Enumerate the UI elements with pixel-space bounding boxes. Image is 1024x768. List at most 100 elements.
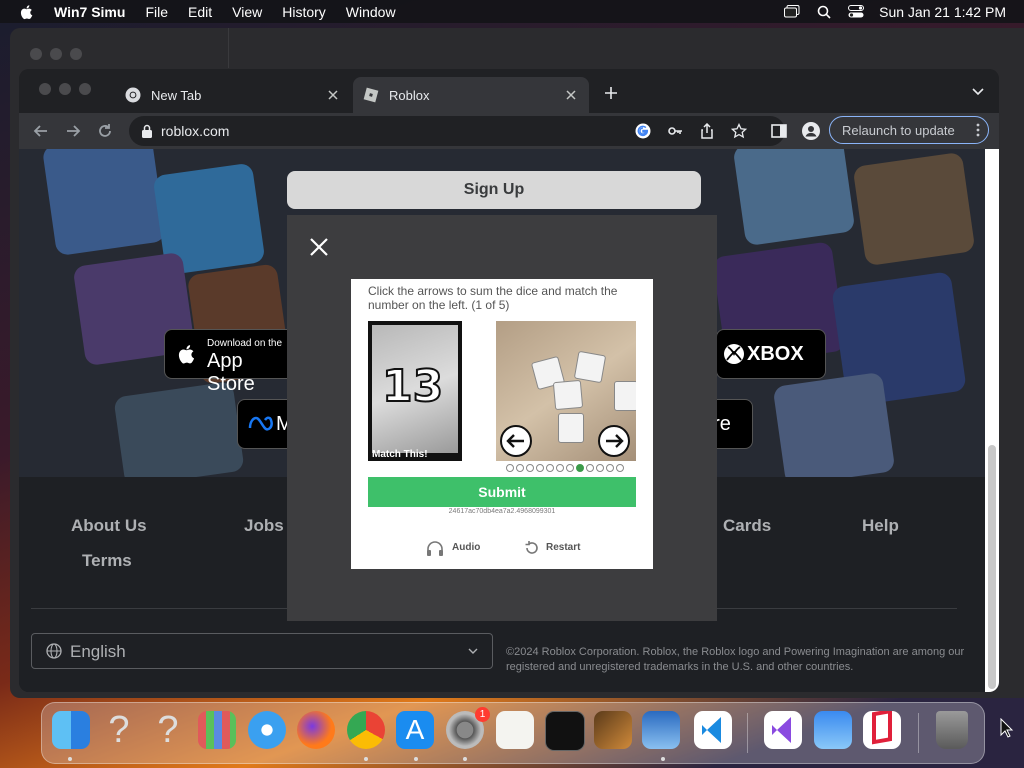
apple-icon[interactable] (18, 3, 36, 21)
footer-link-jobs[interactable]: Jobs (244, 516, 284, 536)
target-number-card: 13 Match This! (368, 321, 462, 461)
key-icon[interactable] (667, 123, 683, 139)
notification-badge: 1 (475, 707, 490, 722)
tab-strip: New Tab Roblox (19, 69, 999, 113)
game-thumbnail (852, 151, 976, 267)
window-switcher-icon[interactable] (783, 5, 801, 19)
app-store-button[interactable]: Download on the App Store (164, 329, 296, 395)
parallels-icon[interactable] (863, 708, 901, 749)
progress-dots (506, 464, 624, 472)
scrollbar-thumb[interactable] (988, 445, 996, 689)
language-value: English (70, 642, 126, 661)
sign-up-button[interactable]: Sign Up (287, 171, 701, 209)
menu-file[interactable]: File (145, 4, 168, 20)
garageband-icon[interactable] (594, 711, 632, 749)
help-icon[interactable]: ? (100, 711, 138, 749)
finder-icon[interactable] (52, 711, 90, 749)
restart-icon (525, 541, 538, 554)
control-center-icon[interactable] (847, 5, 865, 19)
weather-icon[interactable] (814, 711, 852, 749)
textedit-icon[interactable] (496, 711, 534, 749)
dock: ? ? A 1 (41, 702, 985, 764)
language-selector[interactable]: English (31, 633, 493, 669)
menu-window[interactable]: Window (346, 4, 396, 20)
audio-label: Audio (452, 542, 481, 553)
lock-icon[interactable] (141, 124, 153, 138)
previous-arrow-button[interactable] (500, 425, 532, 457)
launchpad-icon[interactable] (198, 711, 236, 749)
progress-dot (536, 464, 544, 472)
progress-dot (526, 464, 534, 472)
bookmark-star-icon[interactable] (731, 123, 747, 139)
new-tab-plus-icon[interactable] (603, 85, 619, 101)
chrome-icon[interactable] (347, 711, 385, 749)
close-tab-icon[interactable] (563, 87, 579, 103)
app-store-label: App Store (207, 350, 255, 395)
xbox-label: XBOX (747, 343, 804, 365)
footer-link-terms[interactable]: Terms (82, 551, 132, 571)
page-scrollbar[interactable] (985, 149, 999, 692)
roblox-favicon-icon (363, 87, 379, 103)
tab-title: Roblox (389, 87, 430, 103)
close-icon[interactable] (309, 237, 329, 257)
browser-toolbar: roblox.com Relaunch to update (19, 113, 999, 149)
help-icon[interactable]: ? (149, 711, 187, 749)
app-store-icon[interactable]: A (396, 711, 434, 749)
address-bar[interactable]: roblox.com (129, 116, 785, 146)
trash-icon[interactable] (936, 711, 968, 749)
terminal-icon[interactable] (545, 711, 585, 751)
submit-button[interactable]: Submit (368, 477, 636, 507)
window-traffic-lights[interactable] (39, 83, 91, 95)
footer-link-cards[interactable]: Cards (723, 516, 771, 536)
menu-history[interactable]: History (282, 4, 326, 20)
game-thumbnail (113, 381, 245, 487)
spotlight-search-icon[interactable] (815, 5, 833, 19)
menu-view[interactable]: View (232, 4, 262, 20)
progress-dot (586, 464, 594, 472)
system-settings-icon[interactable]: 1 (446, 707, 490, 749)
tab-search-chevron-icon[interactable] (971, 87, 985, 97)
forward-arrow-icon[interactable] (63, 121, 83, 141)
more-vertical-icon[interactable] (976, 123, 980, 137)
firefox-icon[interactable] (297, 711, 335, 749)
side-panel-icon[interactable] (769, 121, 789, 141)
xbox-button[interactable]: XBOX (716, 329, 826, 379)
google-icon[interactable] (635, 123, 651, 139)
chrome-favicon-icon (125, 87, 141, 103)
globe-icon (46, 643, 62, 659)
back-arrow-icon[interactable] (31, 121, 51, 141)
progress-dot (616, 464, 624, 472)
next-arrow-button[interactable] (598, 425, 630, 457)
url-text[interactable]: roblox.com (161, 123, 229, 139)
close-tab-icon[interactable] (325, 87, 341, 103)
safari-icon[interactable] (248, 711, 286, 749)
profile-avatar-icon[interactable] (801, 121, 821, 141)
footer-link-help[interactable]: Help (862, 516, 899, 536)
running-indicator (414, 757, 418, 761)
captcha-challenge: Click the arrows to sum the dice and mat… (351, 279, 653, 569)
roblox-page: Download on the App Store XBOX M ore Sig… (19, 149, 985, 692)
running-indicator (68, 757, 72, 761)
dock-divider (918, 713, 919, 753)
background-window-traffic-lights (30, 48, 82, 60)
menu-clock[interactable]: Sun Jan 21 1:42 PM (879, 4, 1006, 20)
visual-studio-icon[interactable] (764, 711, 802, 749)
progress-dot (576, 464, 584, 472)
share-icon[interactable] (699, 123, 715, 139)
progress-dot (546, 464, 554, 472)
relaunch-to-update-button[interactable]: Relaunch to update (829, 116, 989, 144)
tab-new-tab[interactable]: New Tab (115, 77, 351, 113)
menu-edit[interactable]: Edit (188, 4, 212, 20)
die (558, 413, 584, 443)
restart-label: Restart (546, 542, 581, 553)
reload-icon[interactable] (95, 121, 115, 141)
browser-window: New Tab Roblox roblox.com Relaunch to up… (19, 69, 999, 692)
vscode-icon[interactable] (694, 711, 732, 749)
arrow-left-icon (506, 434, 524, 448)
footer-link-about-us[interactable]: About Us (71, 516, 147, 536)
tab-roblox[interactable]: Roblox (353, 77, 589, 113)
dice-image (496, 321, 636, 461)
preview-icon[interactable] (642, 711, 680, 749)
sign-up-label: Sign Up (463, 181, 525, 198)
menu-app-name[interactable]: Win7 Simu (54, 4, 125, 20)
